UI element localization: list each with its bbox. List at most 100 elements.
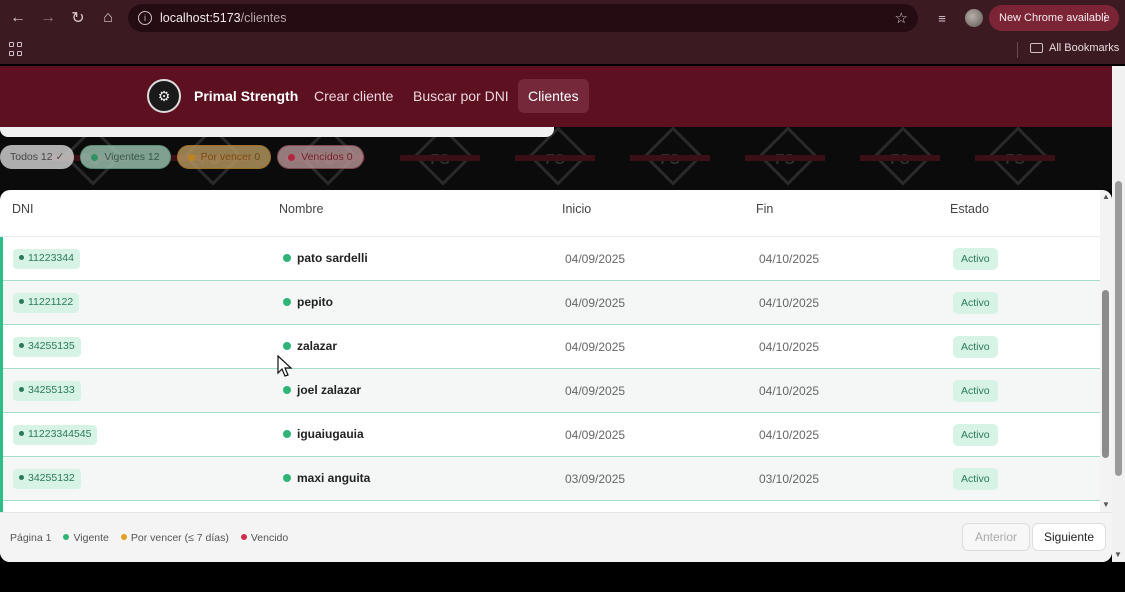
status-badge: Activo	[953, 292, 998, 314]
browser-toolbar: ← → ↻ ⌂ i localhost:5173/clientes ☆ ≡ Ne…	[0, 0, 1125, 36]
start-date: 04/09/2025	[565, 252, 626, 266]
fs-logo-icon: FS	[975, 127, 1055, 191]
end-date: 03/10/2025	[759, 472, 820, 486]
brand-name[interactable]: Primal Strength	[194, 88, 298, 104]
table-row[interactable]: 11221122 pepito 04/09/2025 04/10/2025 Ac…	[3, 281, 1100, 325]
column-header-fin: Fin	[756, 202, 774, 216]
client-name: pato sardelli	[283, 251, 368, 265]
dni-badge: 34255135	[13, 337, 81, 357]
start-date: 03/09/2025	[565, 472, 626, 486]
column-header-nombre: Nombre	[279, 202, 324, 216]
column-header-estado: Estado	[950, 202, 989, 216]
status-badge: Activo	[953, 336, 998, 358]
app-header: ⚙ Primal Strength Crear cliente Buscar p…	[0, 66, 1112, 127]
end-date: 04/10/2025	[759, 296, 820, 310]
page-indicator: Página 1	[10, 532, 52, 544]
address-bar[interactable]: i localhost:5173/clientes ☆	[128, 4, 918, 32]
status-dot-icon	[283, 473, 291, 482]
orange-dot-icon	[187, 153, 195, 161]
dni-badge: 11223344545	[13, 425, 98, 445]
red-dot-icon	[288, 153, 296, 161]
fs-logo-icon: FS	[745, 127, 825, 191]
filter-por-vencer[interactable]: Por vencer 0	[176, 145, 272, 169]
end-date: 04/10/2025	[759, 252, 820, 266]
apps-grid-icon[interactable]	[9, 42, 23, 56]
column-header-dni: DNI	[12, 202, 34, 216]
reload-icon[interactable]: ↻	[63, 3, 93, 33]
dni-badge: 34255132	[13, 469, 81, 489]
table-footer: Página 1 Vigente Por vencer (≤ 7 días) V…	[0, 512, 1112, 562]
status-badge: Activo	[953, 468, 998, 490]
start-date: 04/09/2025	[565, 428, 626, 442]
status-dot-icon	[283, 385, 291, 394]
client-name: iguaiugauia	[283, 427, 364, 441]
client-name: pepito	[283, 295, 333, 309]
client-name: joel zalazar	[283, 383, 361, 397]
table-body: 11223344 pato sardelli 04/09/2025 04/10/…	[0, 237, 1100, 512]
home-icon[interactable]: ⌂	[93, 3, 123, 33]
site-info-icon[interactable]: i	[138, 11, 152, 25]
scroll-up-arrow-icon[interactable]: ▲	[1102, 192, 1110, 201]
nav-buscar-por-dni[interactable]: Buscar por DNI	[413, 88, 509, 104]
forward-arrow-icon[interactable]: →	[33, 3, 63, 33]
table-row[interactable]	[3, 501, 1100, 512]
page-scrollbar-thumb[interactable]	[1115, 181, 1122, 476]
bookmarks-divider	[1017, 42, 1018, 58]
legend-por-vencer: Por vencer (≤ 7 días)	[120, 532, 229, 544]
back-arrow-icon[interactable]: ←	[3, 3, 33, 33]
end-date: 04/10/2025	[759, 340, 820, 354]
dni-badge: 11221122	[13, 293, 80, 313]
page-scroll-down-arrow-icon[interactable]: ▼	[1114, 550, 1122, 559]
status-dot-icon	[283, 429, 291, 438]
search-panel-edge	[0, 127, 554, 137]
filter-vencidos[interactable]: Vencidos 0	[277, 145, 364, 169]
page-scrollbar[interactable]: ▼	[1112, 66, 1125, 562]
scrollbar-thumb[interactable]	[1102, 290, 1109, 458]
mouse-cursor-icon	[277, 355, 293, 377]
new-chrome-available-button[interactable]: New Chrome available ⋮	[989, 5, 1119, 31]
scroll-down-arrow-icon[interactable]: ▼	[1102, 500, 1110, 509]
status-badge: Activo	[953, 424, 998, 446]
table-header: DNI Nombre Inicio Fin Estado	[0, 190, 1100, 237]
fs-logo-icon: FS	[860, 127, 940, 191]
status-dot-icon	[283, 253, 291, 262]
profile-avatar[interactable]	[962, 6, 986, 30]
table-row[interactable]: 34255133 joel zalazar 04/09/2025 04/10/2…	[3, 369, 1100, 413]
legend-vigente: Vigente	[63, 532, 109, 544]
next-page-button[interactable]: Siguiente	[1032, 523, 1107, 551]
filter-todos[interactable]: Todos 12 ✓	[0, 145, 75, 169]
end-date: 04/10/2025	[759, 384, 820, 398]
nav-clientes[interactable]: Clientes	[518, 79, 589, 113]
bookmark-star-icon[interactable]: ☆	[895, 9, 908, 27]
client-name: maxi anguita	[283, 471, 370, 485]
client-name: zalazar	[283, 339, 337, 353]
reading-list-icon[interactable]: ≡	[930, 6, 954, 30]
clients-table-panel: DNI Nombre Inicio Fin Estado 11223344 pa…	[0, 190, 1112, 562]
table-scrollbar[interactable]: ▲ ▼	[1100, 190, 1112, 512]
status-dot-icon	[283, 341, 291, 350]
column-header-inicio: Inicio	[562, 202, 592, 216]
brand-logo-icon[interactable]: ⚙	[147, 79, 181, 113]
status-badge: Activo	[953, 380, 998, 402]
green-dot-icon	[91, 153, 99, 161]
table-row[interactable]: 11223344 pato sardelli 04/09/2025 04/10/…	[3, 237, 1100, 281]
status-dot-icon	[283, 297, 291, 306]
bookmarks-bar: All Bookmarks	[0, 36, 1125, 64]
table-row[interactable]: 34255132 maxi anguita 03/09/2025 03/10/2…	[3, 457, 1100, 501]
all-bookmarks-button[interactable]: All Bookmarks	[1030, 42, 1119, 54]
status-legend: Página 1 Vigente Por vencer (≤ 7 días) V…	[10, 532, 288, 544]
url-text: localhost:5173/clientes	[160, 11, 287, 25]
filter-vigentes[interactable]: Vigentes 12	[80, 145, 171, 169]
legend-vencido: Vencido	[240, 532, 288, 544]
folder-icon	[1030, 43, 1043, 53]
table-row[interactable]: 11223344545 iguaiugauia 04/09/2025 04/10…	[3, 413, 1100, 457]
nav-crear-cliente[interactable]: Crear cliente	[314, 88, 393, 104]
dni-badge: 11223344	[13, 249, 80, 269]
previous-page-button[interactable]: Anterior	[962, 523, 1031, 551]
status-filters: Todos 12 ✓ Vigentes 12 Por vencer 0 Venc…	[0, 145, 364, 169]
more-menu-icon[interactable]: ⋮	[1099, 10, 1111, 24]
table-row[interactable]: 34255135 zalazar 04/09/2025 04/10/2025 A…	[3, 325, 1100, 369]
status-badge: Activo	[953, 248, 998, 270]
start-date: 04/09/2025	[565, 340, 626, 354]
start-date: 04/09/2025	[565, 384, 626, 398]
